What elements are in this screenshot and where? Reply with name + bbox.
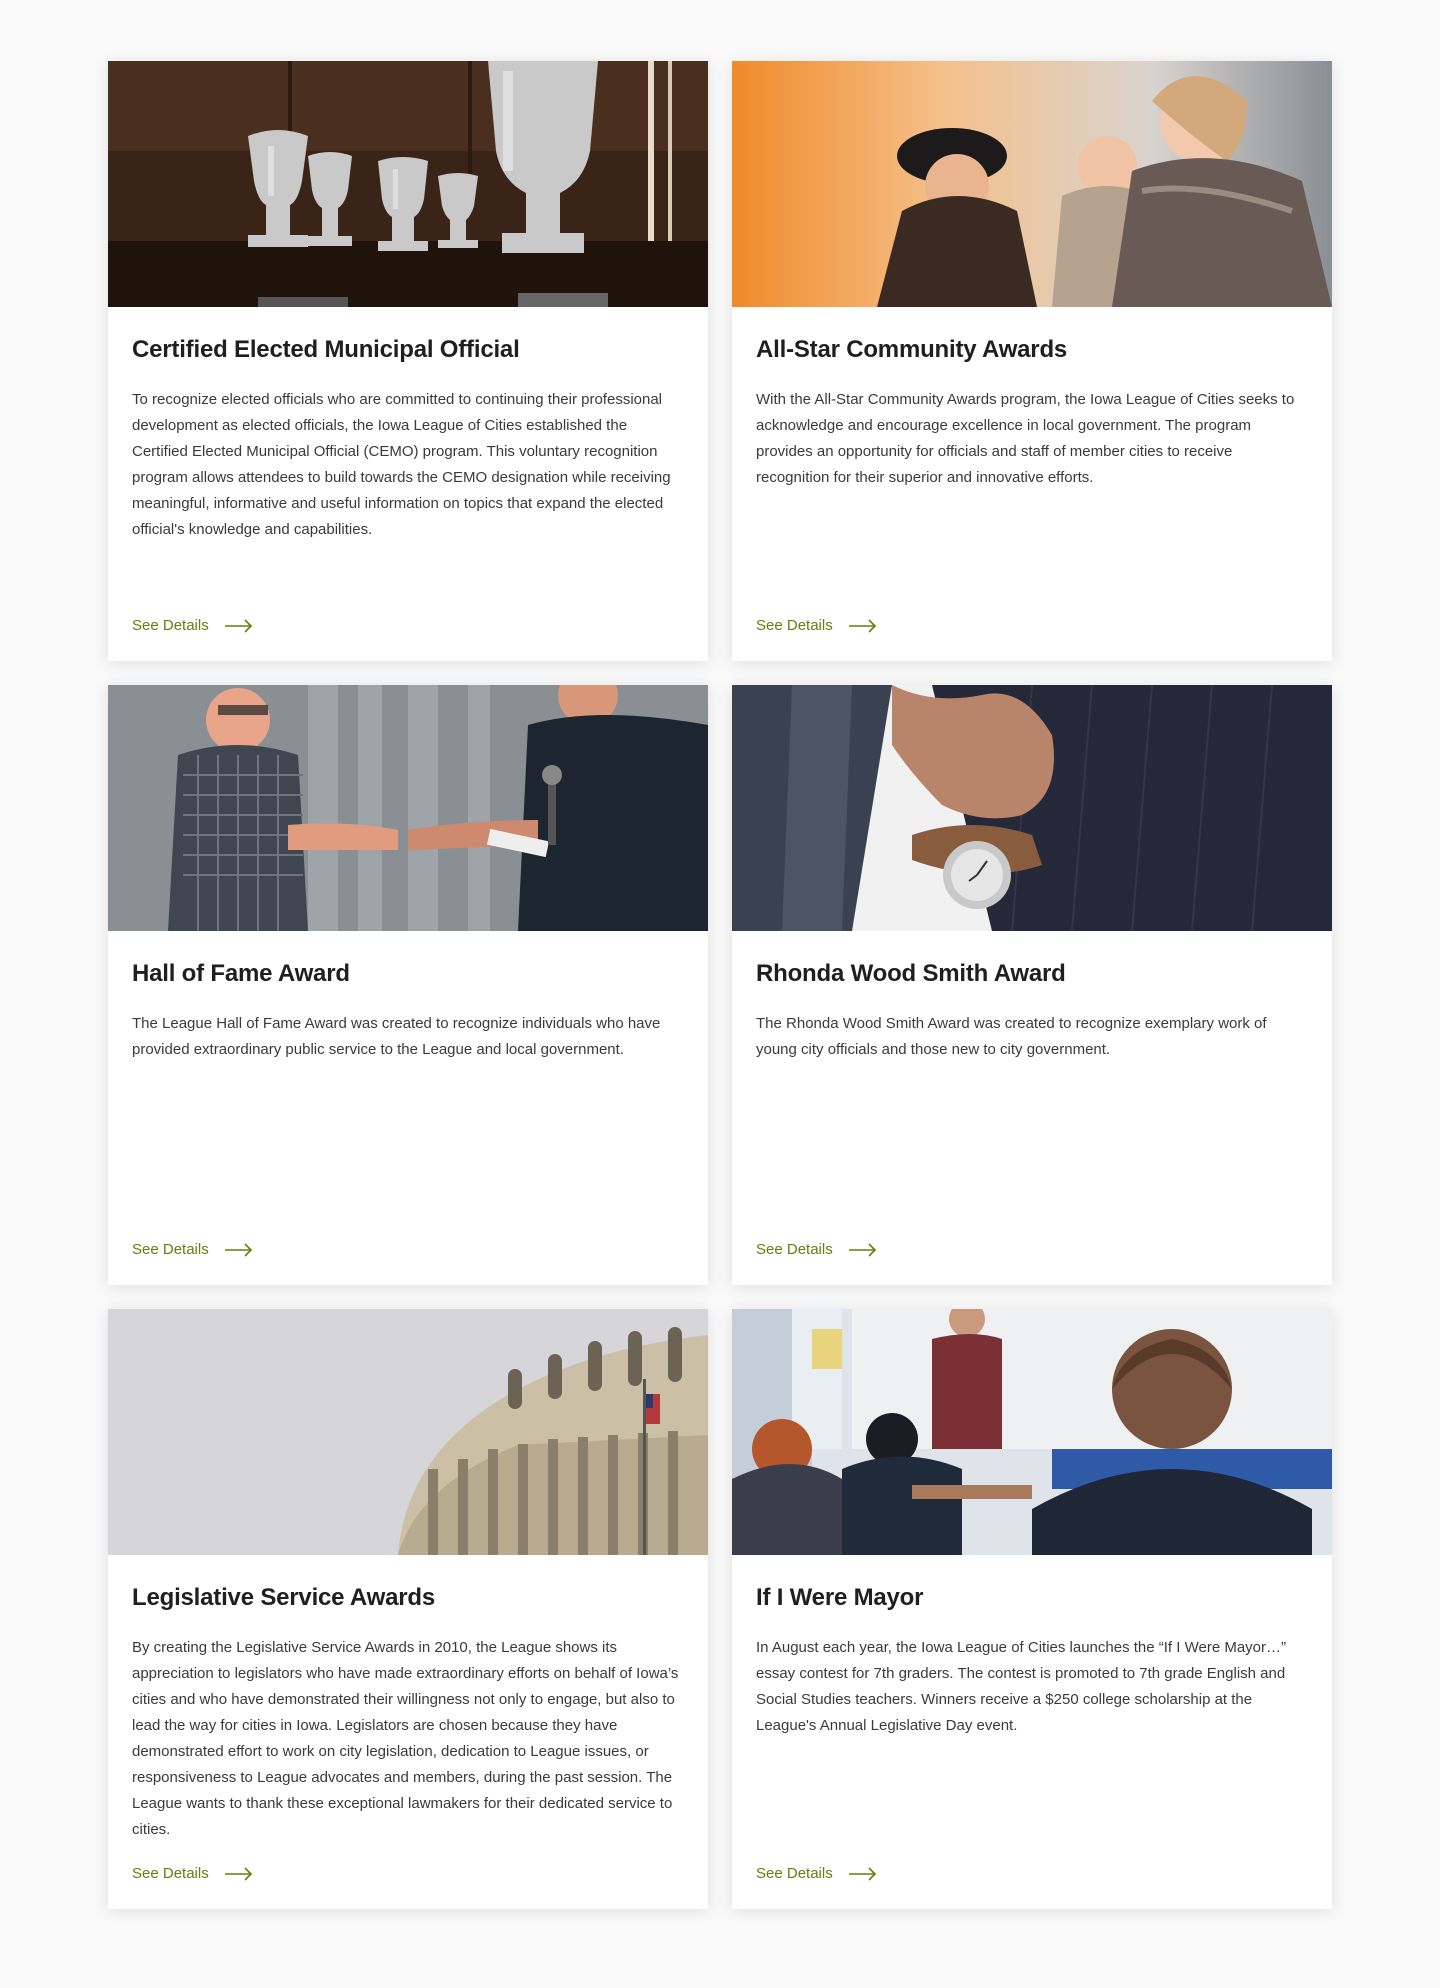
trophies-photo [108,61,708,307]
see-details-link[interactable]: See Details [132,1241,253,1258]
card-description: By creating the Legislative Service Awar… [132,1639,679,1838]
see-details-link[interactable]: See Details [756,1865,877,1882]
card-description: To recognize elected officials who are c… [132,391,671,538]
card-description: The League Hall of Fame Award was create… [132,1015,661,1058]
awards-grid: Certified Elected Municipal Official To … [108,61,1332,1909]
capitol-dome-photo [108,1309,708,1555]
award-card-cemo: Certified Elected Municipal Official To … [108,61,708,661]
card-description: The Rhonda Wood Smith Award was created … [756,1015,1267,1058]
award-card-legislative-service: Legislative Service Awards By creating t… [108,1309,708,1909]
award-card-rhonda-wood-smith: Rhonda Wood Smith Award The Rhonda Wood … [732,685,1332,1285]
celebrating-women-photo [732,61,1332,307]
card-title: If I Were Mayor [756,1584,924,1611]
arrow-right-icon [848,1242,876,1257]
see-details-label: See Details [756,1865,833,1882]
card-title: Legislative Service Awards [132,1584,435,1611]
arrow-right-icon [848,1866,876,1881]
handshake-photo [108,685,708,931]
arrow-right-icon [224,1866,252,1881]
card-title: All-Star Community Awards [756,336,1068,363]
arrow-right-icon [224,1242,252,1257]
award-card-if-i-were-mayor: If I Were Mayor In August each year, the… [732,1309,1332,1909]
award-card-all-star: All-Star Community Awards With the All-S… [732,61,1332,661]
card-title: Hall of Fame Award [132,960,350,987]
see-details-label: See Details [756,617,833,634]
see-details-label: See Details [132,1241,209,1258]
suit-watch-photo [732,685,1332,931]
see-details-label: See Details [132,617,209,634]
see-details-link[interactable]: See Details [756,617,877,634]
card-description: With the All-Star Community Awards progr… [756,391,1295,486]
see-details-link[interactable]: See Details [132,617,253,634]
classroom-photo [732,1309,1332,1555]
see-details-link[interactable]: See Details [132,1865,253,1882]
award-card-hall-of-fame: Hall of Fame Award The League Hall of Fa… [108,685,708,1285]
card-title: Certified Elected Municipal Official [132,336,520,363]
see-details-link[interactable]: See Details [756,1241,877,1258]
card-description: In August each year, the Iowa League of … [756,1639,1287,1734]
card-title: Rhonda Wood Smith Award [756,960,1066,987]
see-details-label: See Details [756,1241,833,1258]
arrow-right-icon [224,618,252,633]
see-details-label: See Details [132,1865,209,1882]
arrow-right-icon [848,618,876,633]
